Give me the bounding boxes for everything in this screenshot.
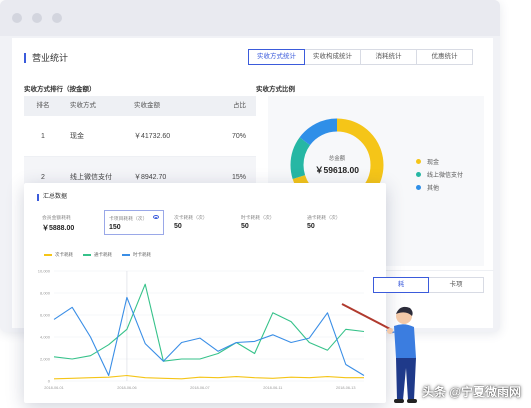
- tab-consumption-stats[interactable]: 消耗统计: [360, 49, 417, 65]
- series-line: [53, 296, 365, 377]
- x-tick-label: 2018-06-06: [117, 386, 136, 390]
- legend-item: 通卡耗耗: [83, 252, 112, 258]
- summary-title: 汇总数据: [37, 194, 67, 201]
- window-titlebar: [0, 0, 500, 36]
- series-line: [53, 283, 365, 362]
- legend-label: 次卡耗耗: [55, 252, 73, 257]
- presenter-illustration: [341, 303, 417, 403]
- y-tick-label: 8,000: [40, 291, 51, 296]
- tab-card-items[interactable]: 卡项: [428, 277, 484, 293]
- y-tick-label: 4,000: [40, 335, 51, 340]
- presenter-body: [394, 324, 416, 358]
- table-header: 排名 实收方式 实收金额 占比: [24, 96, 256, 116]
- window-dot-icon: [12, 13, 22, 23]
- metric-value: 150: [109, 224, 121, 231]
- legend-item: 现金: [416, 155, 463, 168]
- legend-line: [122, 254, 130, 256]
- stats-tabs: 实收方式统计 实收构成统计 消耗统计 优惠统计: [248, 49, 473, 65]
- legend-label: 其他: [427, 186, 440, 192]
- metric-value: 50: [241, 223, 249, 230]
- ratio-title: 实收方式比例: [256, 86, 295, 93]
- header-rank: 排名: [36, 102, 50, 109]
- lower-tabs: 耗 卡项: [373, 277, 484, 293]
- presenter-shoe: [407, 399, 417, 403]
- legend-item: 线上微信支付: [416, 168, 463, 181]
- presenter-legs: [396, 358, 416, 400]
- tab-payment-method-stats[interactable]: 实收方式统计: [248, 49, 305, 65]
- chart-legend: 次卡耗耗 通卡耗耗 时卡耗耗: [44, 252, 161, 258]
- legend-swatch: [416, 159, 421, 164]
- pointer-stick: [341, 303, 393, 331]
- legend-label: 通卡耗耗: [94, 252, 112, 257]
- x-tick-label: 2018-06-07: [190, 386, 209, 390]
- legend-item: 其他: [416, 181, 463, 194]
- y-tick-label: 2,000: [40, 357, 51, 362]
- metric-general-card[interactable]: 通卡耗耗（次） 50: [303, 210, 363, 235]
- metric-label: 时卡耗耗（次）: [241, 216, 275, 221]
- metric-time-card[interactable]: 时卡耗耗（次） 50: [237, 210, 297, 235]
- x-tick-label: 2018-06-11: [263, 386, 282, 390]
- screenshot-stage: 营业统计 实收方式统计 实收构成统计 消耗统计 优惠统计 实收方式排行（按金额）…: [0, 0, 531, 408]
- metric-value: 50: [307, 223, 315, 230]
- y-tick-label: 10,000: [38, 269, 51, 274]
- legend-label: 时卡耗耗: [133, 252, 151, 257]
- metric-times-card[interactable]: 次卡耗耗（次） 50: [170, 210, 230, 235]
- legend-item: 次卡耗耗: [44, 252, 73, 258]
- metric-label: 通卡耗耗（次）: [307, 216, 341, 221]
- presenter-hand: [387, 328, 393, 334]
- window-dot-icon: [52, 13, 62, 23]
- series-line: [53, 374, 364, 380]
- tab-discount-stats[interactable]: 优惠统计: [416, 49, 473, 65]
- metric-label: 卡项目耗耗（次）: [109, 217, 148, 222]
- y-tick-label: 6,000: [40, 313, 51, 318]
- tab-payment-composition-stats[interactable]: 实收构成统计: [304, 49, 361, 65]
- metric-card-item-count[interactable]: 卡项目耗耗（次） 150: [104, 210, 164, 235]
- legend-swatch: [416, 185, 421, 190]
- row-method: 现金: [70, 133, 84, 140]
- eye-icon[interactable]: [153, 215, 159, 219]
- legend-line: [83, 254, 91, 256]
- legend-label: 线上微信支付: [427, 173, 464, 179]
- tab-consumption[interactable]: 耗: [373, 277, 429, 293]
- header-percent: 占比: [233, 102, 246, 109]
- metric-value: 50: [174, 223, 182, 230]
- watermark-text: 头条 @宁夏微雨网: [421, 385, 521, 399]
- metric-value: ￥5888.00: [42, 225, 75, 232]
- row-percent: 70%: [231, 133, 246, 140]
- window-dot-icon: [32, 13, 42, 23]
- metric-label: 会员金额耗耗: [42, 216, 71, 221]
- row-rank: 1: [41, 133, 45, 140]
- metric-label: 次卡耗耗（次）: [174, 216, 208, 221]
- legend-item: 时卡耗耗: [122, 252, 151, 258]
- header-method: 实收方式: [70, 102, 96, 109]
- section-title: 营业统计: [24, 53, 68, 63]
- y-tick-label: 0: [48, 379, 51, 384]
- presenter-shoe: [394, 399, 404, 403]
- donut-legend: 现金 线上微信支付 其他: [416, 155, 463, 194]
- x-tick-label: 2018-06-01: [44, 386, 63, 390]
- legend-line: [44, 254, 52, 256]
- total-label: 总金额: [328, 156, 346, 162]
- row-amount: ￥41732.60: [134, 133, 171, 140]
- ranking-title: 实收方式排行（按金额）: [24, 86, 96, 93]
- header-amount: 实收金额: [134, 102, 160, 109]
- metric-member-amount[interactable]: 会员金额耗耗 ￥5888.00: [38, 210, 98, 235]
- total-value: ￥59618.00: [315, 165, 359, 175]
- table-row[interactable]: 1 现金 ￥41732.60 70%: [24, 116, 256, 157]
- legend-label: 现金: [427, 160, 440, 166]
- legend-swatch: [416, 172, 421, 177]
- donut-center: 总金额 ￥59618.00: [288, 116, 386, 176]
